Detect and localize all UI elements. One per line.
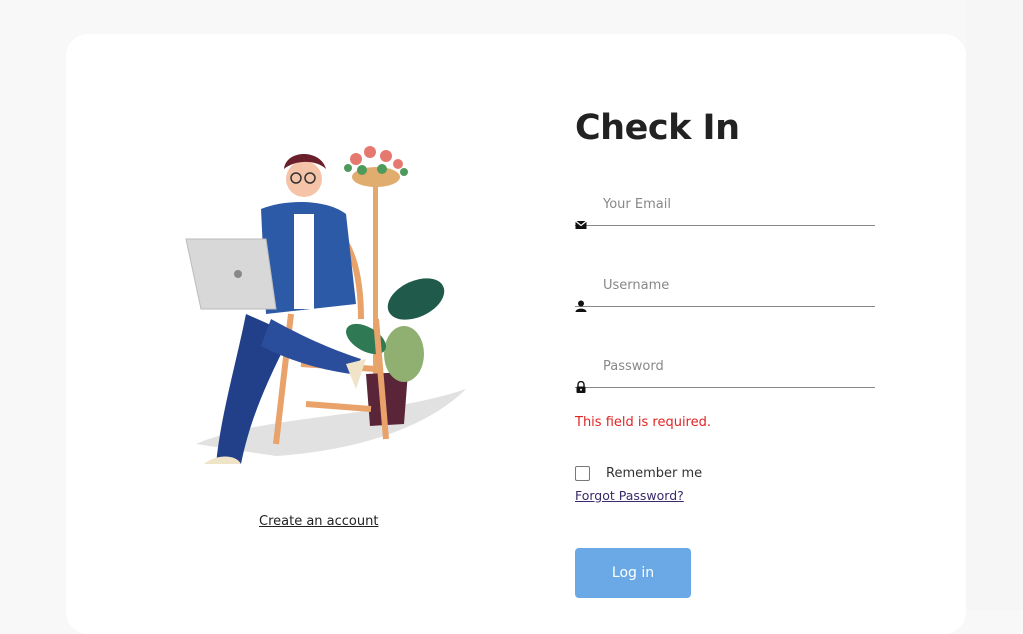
login-button[interactable]: Log in bbox=[575, 548, 691, 598]
envelope-icon bbox=[575, 220, 587, 229]
password-field bbox=[575, 351, 875, 393]
email-input[interactable] bbox=[603, 189, 875, 219]
login-card: Create an account Check In This field is… bbox=[66, 34, 966, 634]
page-right-strip bbox=[966, 0, 1023, 610]
username-input[interactable] bbox=[603, 270, 875, 300]
password-input[interactable] bbox=[603, 351, 875, 381]
remember-me-checkbox[interactable] bbox=[575, 466, 590, 481]
remember-me-label[interactable]: Remember me bbox=[606, 466, 702, 481]
username-field bbox=[575, 270, 875, 312]
forgot-password-link[interactable]: Forgot Password? bbox=[575, 488, 684, 503]
create-account-link[interactable]: Create an account bbox=[259, 514, 378, 529]
remember-me-row: Remember me bbox=[575, 466, 702, 481]
lock-icon bbox=[576, 381, 586, 393]
email-field bbox=[575, 189, 875, 229]
page-title: Check In bbox=[575, 108, 740, 148]
person-with-laptop-illustration bbox=[185, 146, 466, 464]
person-icon bbox=[575, 300, 587, 312]
password-error-message: This field is required. bbox=[575, 415, 711, 430]
